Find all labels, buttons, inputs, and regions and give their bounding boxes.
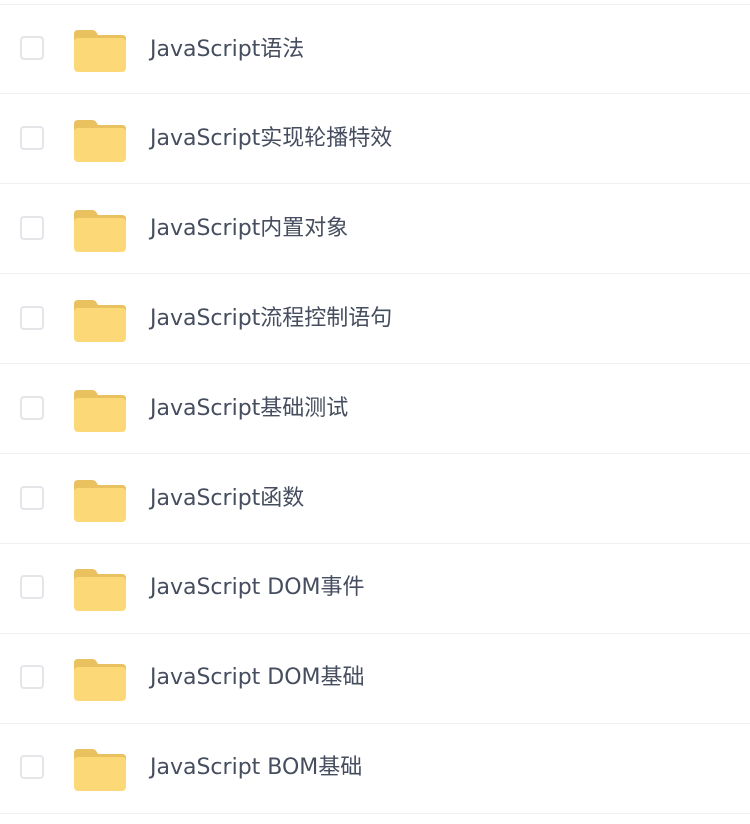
file-row[interactable]: JavaScript函数: [0, 454, 750, 544]
row-checkbox[interactable]: [20, 665, 44, 689]
row-checkbox[interactable]: [20, 306, 44, 330]
file-name[interactable]: JavaScript DOM基础: [150, 664, 365, 692]
folder-icon: [74, 28, 126, 72]
file-name[interactable]: JavaScript BOM基础: [150, 754, 362, 782]
file-row[interactable]: JavaScript语法: [0, 4, 750, 94]
file-name[interactable]: JavaScript实现轮播特效: [150, 125, 392, 153]
file-row[interactable]: JavaScript BOM基础: [0, 724, 750, 814]
file-row[interactable]: JavaScript DOM基础: [0, 634, 750, 724]
row-checkbox[interactable]: [20, 486, 44, 510]
file-name[interactable]: JavaScript DOM事件: [150, 574, 365, 602]
folder-icon: [74, 747, 126, 791]
folder-icon: [74, 208, 126, 252]
folder-icon: [74, 118, 126, 162]
file-row[interactable]: JavaScript基础测试: [0, 364, 750, 454]
row-checkbox[interactable]: [20, 575, 44, 599]
file-name[interactable]: JavaScript函数: [150, 485, 304, 513]
file-row[interactable]: JavaScript内置对象: [0, 184, 750, 274]
folder-icon: [74, 298, 126, 342]
folder-icon: [74, 388, 126, 432]
file-list: JavaScript语法 JavaScript实现轮播特效 JavaScript…: [0, 0, 750, 824]
file-name[interactable]: JavaScript语法: [150, 36, 304, 64]
folder-icon: [74, 478, 126, 522]
file-row[interactable]: JavaScript DOM事件: [0, 544, 750, 634]
row-checkbox[interactable]: [20, 216, 44, 240]
folder-icon: [74, 567, 126, 611]
file-row[interactable]: JavaScript流程控制语句: [0, 274, 750, 364]
folder-icon: [74, 657, 126, 701]
row-checkbox[interactable]: [20, 36, 44, 60]
file-name[interactable]: JavaScript流程控制语句: [150, 305, 392, 333]
file-row[interactable]: JavaScript实现轮播特效: [0, 94, 750, 184]
row-checkbox[interactable]: [20, 755, 44, 779]
row-checkbox[interactable]: [20, 126, 44, 150]
file-name[interactable]: JavaScript基础测试: [150, 395, 348, 423]
row-checkbox[interactable]: [20, 396, 44, 420]
file-name[interactable]: JavaScript内置对象: [150, 215, 348, 243]
